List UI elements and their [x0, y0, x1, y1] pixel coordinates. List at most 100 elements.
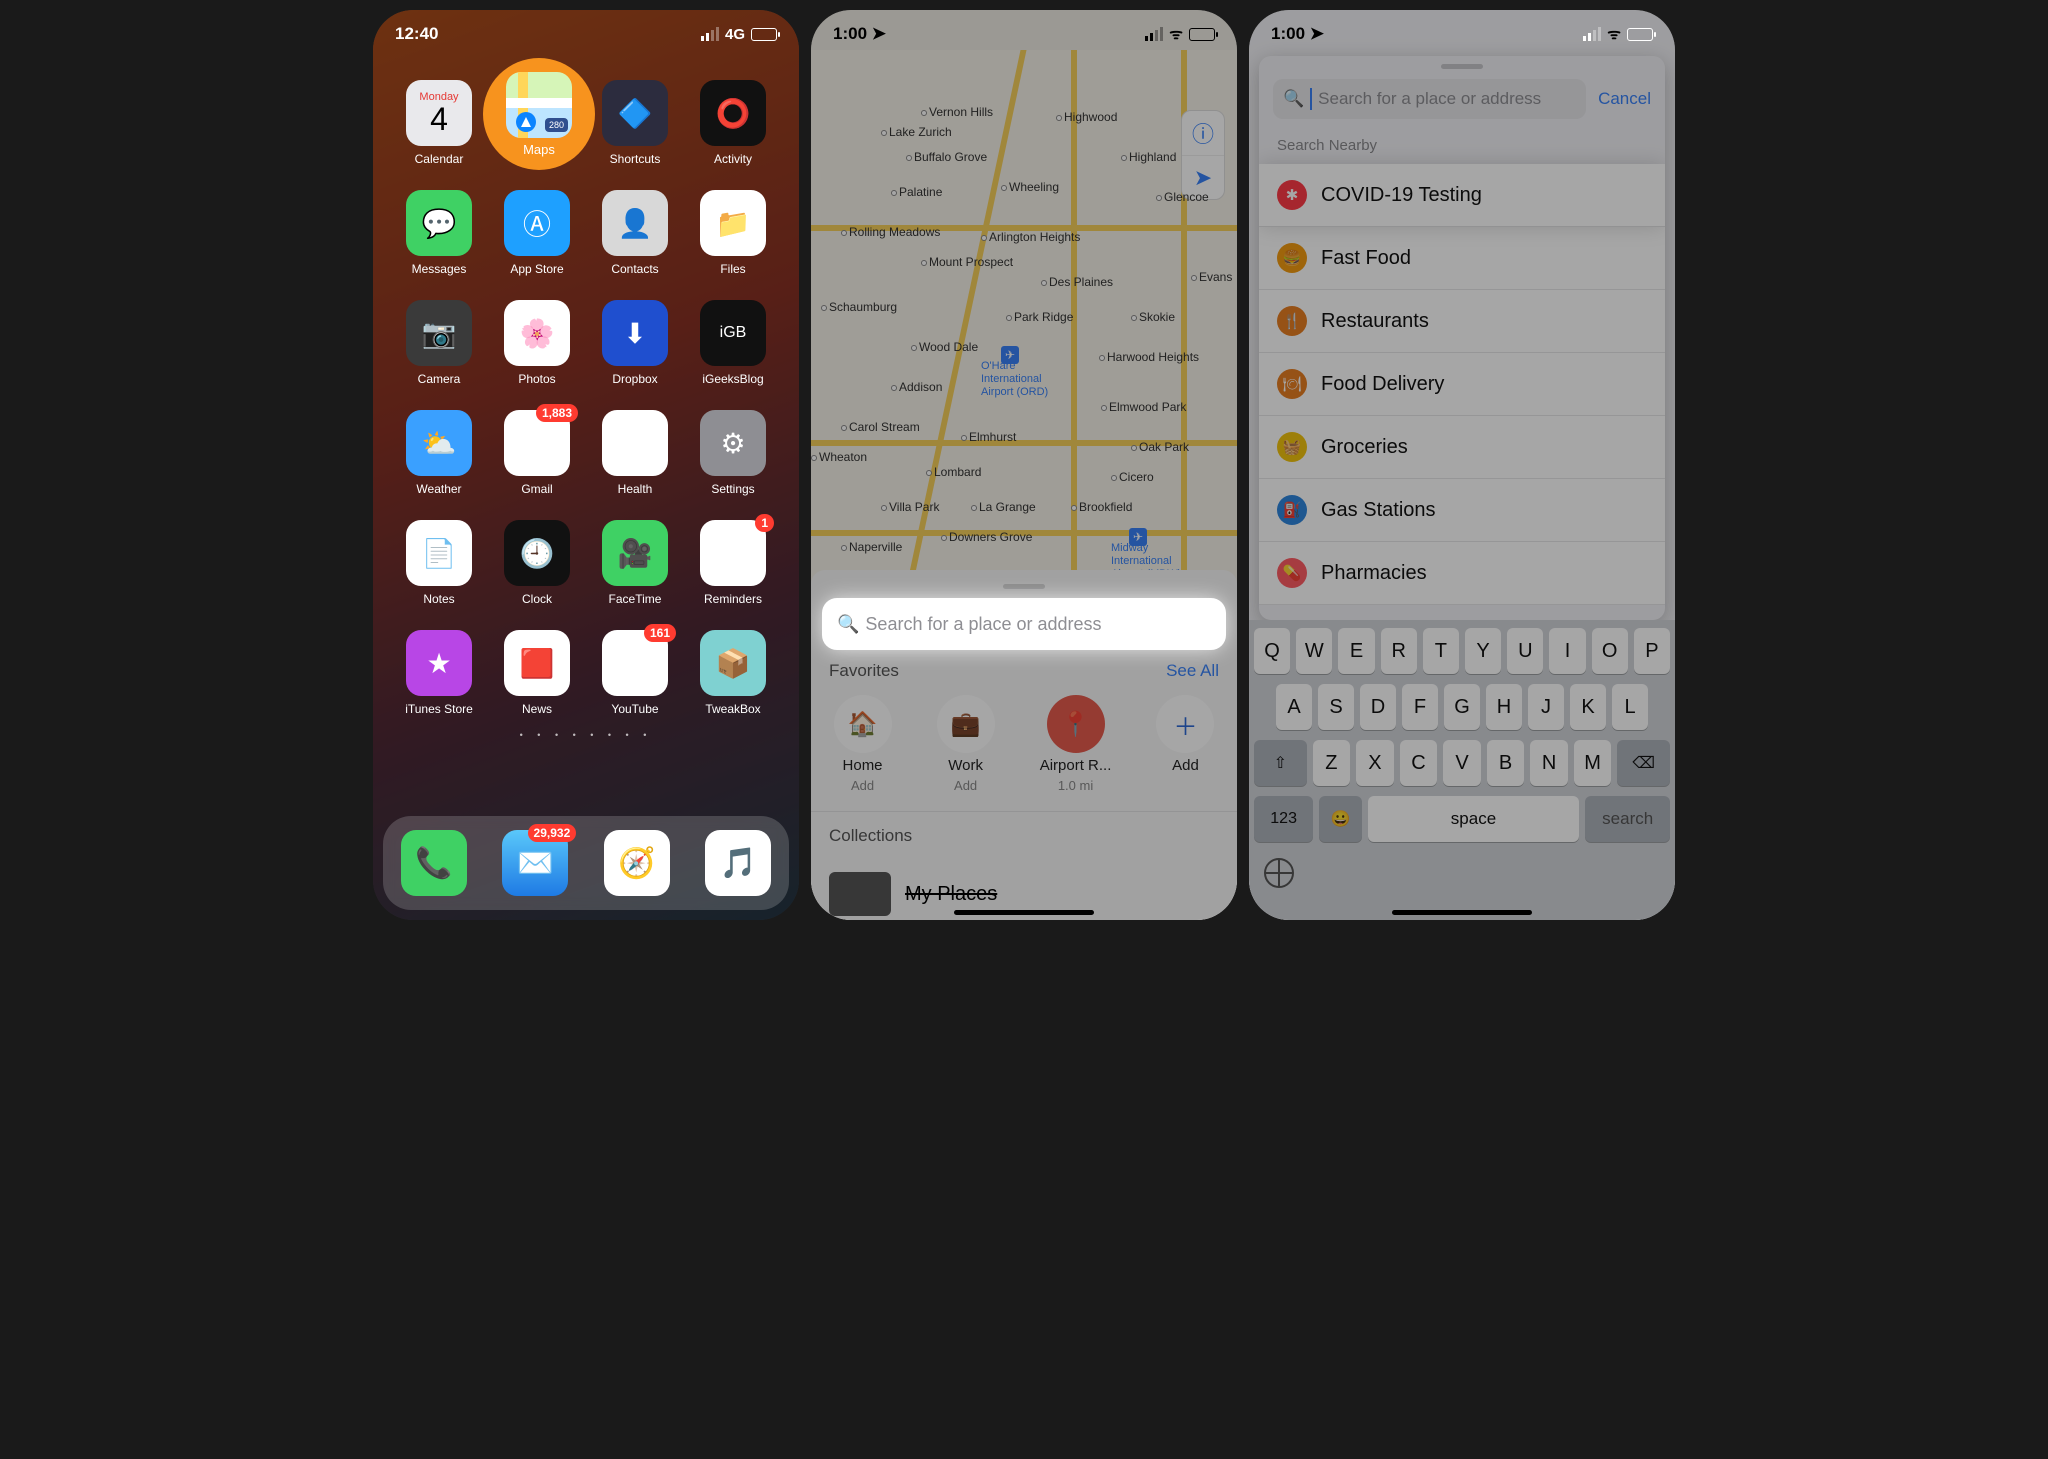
safari-app-icon[interactable]: 🧭 — [604, 830, 670, 896]
nearby-pharmacies[interactable]: 💊Pharmacies — [1259, 542, 1665, 605]
globe-icon[interactable] — [1264, 858, 1294, 888]
favorite-work[interactable]: 💼WorkAdd — [937, 695, 995, 793]
igeeksblog-icon[interactable]: iGB — [700, 300, 766, 366]
key-k[interactable]: K — [1570, 684, 1606, 730]
nearby-gas-stations[interactable]: ⛽Gas Stations — [1259, 479, 1665, 542]
key-b[interactable]: B — [1487, 740, 1525, 786]
key-t[interactable]: T — [1423, 628, 1459, 674]
health-icon[interactable]: ❤ — [602, 410, 668, 476]
activity-icon[interactable]: ⭕ — [700, 80, 766, 146]
search-field[interactable]: 🔍 Search for a place or address — [825, 601, 1223, 647]
app-dropbox[interactable]: ⬇Dropbox — [591, 300, 679, 386]
app-contacts[interactable]: 👤Contacts — [591, 190, 679, 276]
app-health[interactable]: ❤Health — [591, 410, 679, 496]
mail-app-icon[interactable]: ✉️ 29,932 — [502, 830, 568, 896]
news-icon[interactable]: 🟥 — [504, 630, 570, 696]
key-a[interactable]: A — [1276, 684, 1312, 730]
youtube-icon[interactable]: ▶161 — [602, 630, 668, 696]
files-icon[interactable]: 📁 — [700, 190, 766, 256]
app-clock[interactable]: 🕘Clock — [493, 520, 581, 606]
maps-app-highlight[interactable]: 280 Maps — [483, 58, 595, 170]
key-u[interactable]: U — [1507, 628, 1543, 674]
favorite-add[interactable]: ＋Add — [1156, 695, 1214, 793]
key-w[interactable]: W — [1296, 628, 1332, 674]
key-space[interactable]: space — [1368, 796, 1580, 842]
dropbox-icon[interactable]: ⬇ — [602, 300, 668, 366]
app-igeeksblog[interactable]: iGBiGeeksBlog — [689, 300, 777, 386]
key-n[interactable]: N — [1530, 740, 1568, 786]
app-news[interactable]: 🟥News — [493, 630, 581, 716]
key-e[interactable]: E — [1338, 628, 1374, 674]
key-g[interactable]: G — [1444, 684, 1480, 730]
maps-app-icon[interactable]: 280 — [506, 72, 572, 138]
app-photos[interactable]: 🌸Photos — [493, 300, 581, 386]
sheet-grabber[interactable] — [1441, 64, 1483, 69]
music-app-icon[interactable]: 🎵 — [705, 830, 771, 896]
app-weather[interactable]: ⛅Weather — [395, 410, 483, 496]
clock-icon[interactable]: 🕘 — [504, 520, 570, 586]
nearby-covid-19-testing[interactable]: ✱COVID-19 Testing — [1259, 164, 1665, 227]
camera-icon[interactable]: 📷 — [406, 300, 472, 366]
phone-app-icon[interactable]: 📞 — [401, 830, 467, 896]
key-z[interactable]: Z — [1313, 740, 1351, 786]
key-h[interactable]: H — [1486, 684, 1522, 730]
key-123[interactable]: 123 — [1254, 796, 1313, 842]
see-all-link[interactable]: See All — [1166, 661, 1219, 681]
key-l[interactable]: L — [1612, 684, 1648, 730]
weather-icon[interactable]: ⛅ — [406, 410, 472, 476]
key-m[interactable]: M — [1574, 740, 1612, 786]
key-i[interactable]: I — [1549, 628, 1585, 674]
app-settings[interactable]: ⚙Settings — [689, 410, 777, 496]
photos-icon[interactable]: 🌸 — [504, 300, 570, 366]
key-shift[interactable]: ⇧ — [1254, 740, 1307, 786]
key-delete[interactable]: ⌫ — [1617, 740, 1670, 786]
key-d[interactable]: D — [1360, 684, 1396, 730]
page-dots[interactable]: • • • • • • • • — [373, 730, 799, 740]
tweakbox-icon[interactable]: 📦 — [700, 630, 766, 696]
key-s[interactable]: S — [1318, 684, 1354, 730]
app-notes[interactable]: 📄Notes — [395, 520, 483, 606]
cancel-button[interactable]: Cancel — [1598, 89, 1651, 109]
calendar-app-icon[interactable]: Monday4 — [406, 80, 472, 146]
contacts-icon[interactable]: 👤 — [602, 190, 668, 256]
favorite-home[interactable]: 🏠HomeAdd — [834, 695, 892, 793]
app-camera[interactable]: 📷Camera — [395, 300, 483, 386]
app-youtube[interactable]: ▶161YouTube — [591, 630, 679, 716]
app-facetime[interactable]: 🎥FaceTime — [591, 520, 679, 606]
nearby-restaurants[interactable]: 🍴Restaurants — [1259, 290, 1665, 353]
key-q[interactable]: Q — [1254, 628, 1290, 674]
home-indicator[interactable] — [1392, 910, 1532, 915]
key-r[interactable]: R — [1381, 628, 1417, 674]
key-f[interactable]: F — [1402, 684, 1438, 730]
key-p[interactable]: P — [1634, 628, 1670, 674]
app-files[interactable]: 📁Files — [689, 190, 777, 276]
map-canvas[interactable]: ⓘ ➤ ✈ O'Hare International Airport (ORD)… — [811, 50, 1237, 610]
key-v[interactable]: V — [1443, 740, 1481, 786]
key-search[interactable]: search — [1585, 796, 1670, 842]
app-app-store[interactable]: ⒶApp Store — [493, 190, 581, 276]
app-tweakbox[interactable]: 📦TweakBox — [689, 630, 777, 716]
app-store-icon[interactable]: Ⓐ — [504, 190, 570, 256]
sheet-grabber[interactable] — [1003, 584, 1045, 589]
home-indicator[interactable] — [954, 910, 1094, 915]
reminders-icon[interactable]: ⋮1 — [700, 520, 766, 586]
favorite-airport-r-[interactable]: 📍Airport R...1.0 mi — [1040, 695, 1112, 793]
nearby-groceries[interactable]: 🧺Groceries — [1259, 416, 1665, 479]
notes-icon[interactable]: 📄 — [406, 520, 472, 586]
nearby-fast-food[interactable]: 🍔Fast Food — [1259, 227, 1665, 290]
gmail-icon[interactable]: ✉1,883 — [504, 410, 570, 476]
map-info-button[interactable]: ⓘ — [1182, 111, 1224, 155]
shortcuts-icon[interactable]: 🔷 — [602, 80, 668, 146]
app-activity[interactable]: ⭕Activity — [689, 80, 777, 166]
settings-icon[interactable]: ⚙ — [700, 410, 766, 476]
key-y[interactable]: Y — [1465, 628, 1501, 674]
app-messages[interactable]: 💬Messages — [395, 190, 483, 276]
key-o[interactable]: O — [1592, 628, 1628, 674]
app-itunes-store[interactable]: ★iTunes Store — [395, 630, 483, 716]
app-reminders[interactable]: ⋮1Reminders — [689, 520, 777, 606]
messages-icon[interactable]: 💬 — [406, 190, 472, 256]
key-j[interactable]: J — [1528, 684, 1564, 730]
app-shortcuts[interactable]: 🔷Shortcuts — [591, 80, 679, 166]
app-gmail[interactable]: ✉1,883Gmail — [493, 410, 581, 496]
key-x[interactable]: X — [1356, 740, 1394, 786]
